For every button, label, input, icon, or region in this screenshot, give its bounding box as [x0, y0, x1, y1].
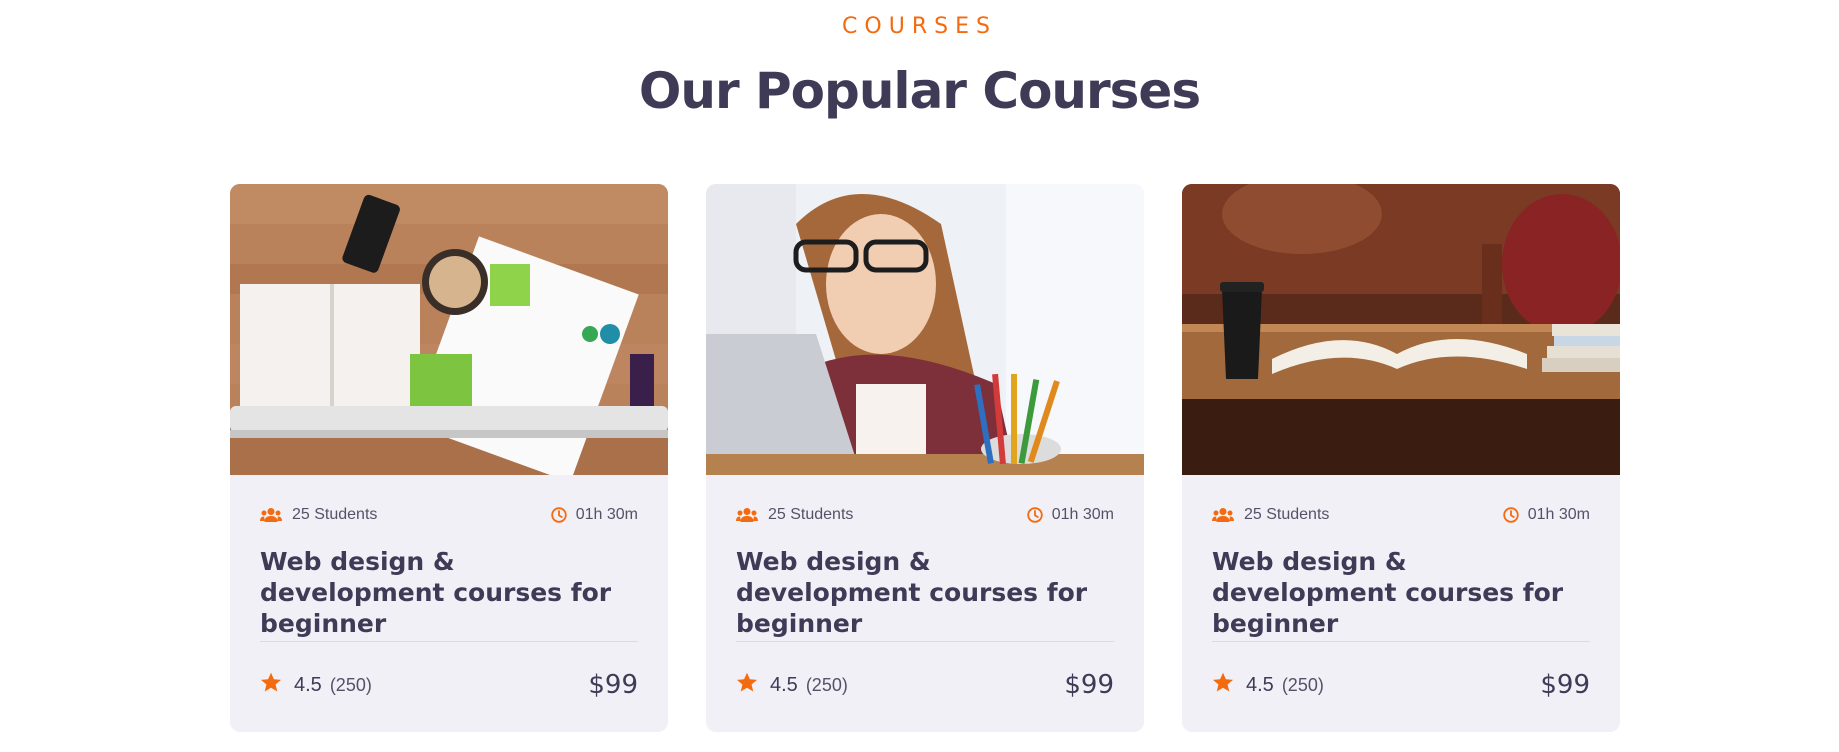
students-info: 25 Students [736, 506, 853, 524]
card-divider [736, 641, 1114, 642]
course-price: $99 [1540, 670, 1590, 700]
course-meta: 25 Students 01h 30m [260, 506, 638, 530]
course-card[interactable]: 25 Students 01h 30m Web design & develop… [230, 184, 668, 732]
rating-count: (250) [329, 674, 372, 695]
star-icon [736, 672, 758, 698]
course-card[interactable]: 25 Students 01h 30m Web design & develop… [706, 184, 1144, 732]
students-count: 25 Students [1244, 506, 1330, 523]
students-info: 25 Students [1212, 506, 1329, 524]
star-icon [260, 672, 282, 698]
course-cards: 25 Students 01h 30m Web design & develop… [230, 184, 1620, 732]
duration-info: 01h 30m [1027, 506, 1114, 524]
course-rating: 4.5 (250) [260, 672, 372, 698]
duration-value: 01h 30m [1051, 506, 1114, 523]
card-divider [1212, 641, 1590, 642]
duration-info: 01h 30m [1503, 506, 1590, 524]
course-rating: 4.5 (250) [736, 672, 848, 698]
course-image-desk[interactable] [230, 184, 668, 475]
clock-icon [1027, 507, 1043, 523]
course-price: $99 [1064, 670, 1114, 700]
users-icon [1212, 507, 1234, 523]
clock-icon [551, 507, 567, 523]
rating-score: 4.5 [294, 673, 322, 696]
card-divider [260, 641, 638, 642]
users-icon [736, 507, 758, 523]
section-eyebrow: COURSES [842, 14, 997, 39]
rating-count: (250) [1281, 674, 1324, 695]
students-count: 25 Students [768, 506, 854, 523]
duration-value: 01h 30m [575, 506, 638, 523]
section-title: Our Popular Courses [638, 62, 1201, 120]
duration-info: 01h 30m [551, 506, 638, 524]
course-meta: 25 Students 01h 30m [1212, 506, 1590, 530]
rating-score: 4.5 [770, 673, 798, 696]
course-title[interactable]: Web design & development courses for beg… [260, 546, 638, 639]
rating-score: 4.5 [1246, 673, 1274, 696]
course-title[interactable]: Web design & development courses for beg… [736, 546, 1114, 639]
duration-value: 01h 30m [1527, 506, 1590, 523]
clock-icon [1503, 507, 1519, 523]
course-image-library[interactable] [1182, 184, 1620, 475]
course-image-student[interactable] [706, 184, 1144, 475]
star-icon [1212, 672, 1234, 698]
course-meta: 25 Students 01h 30m [736, 506, 1114, 530]
course-card[interactable]: 25 Students 01h 30m Web design & develop… [1182, 184, 1620, 732]
students-count: 25 Students [292, 506, 378, 523]
course-title[interactable]: Web design & development courses for beg… [1212, 546, 1590, 639]
users-icon [260, 507, 282, 523]
students-info: 25 Students [260, 506, 377, 524]
course-rating: 4.5 (250) [1212, 672, 1324, 698]
rating-count: (250) [805, 674, 848, 695]
course-price: $99 [588, 670, 638, 700]
